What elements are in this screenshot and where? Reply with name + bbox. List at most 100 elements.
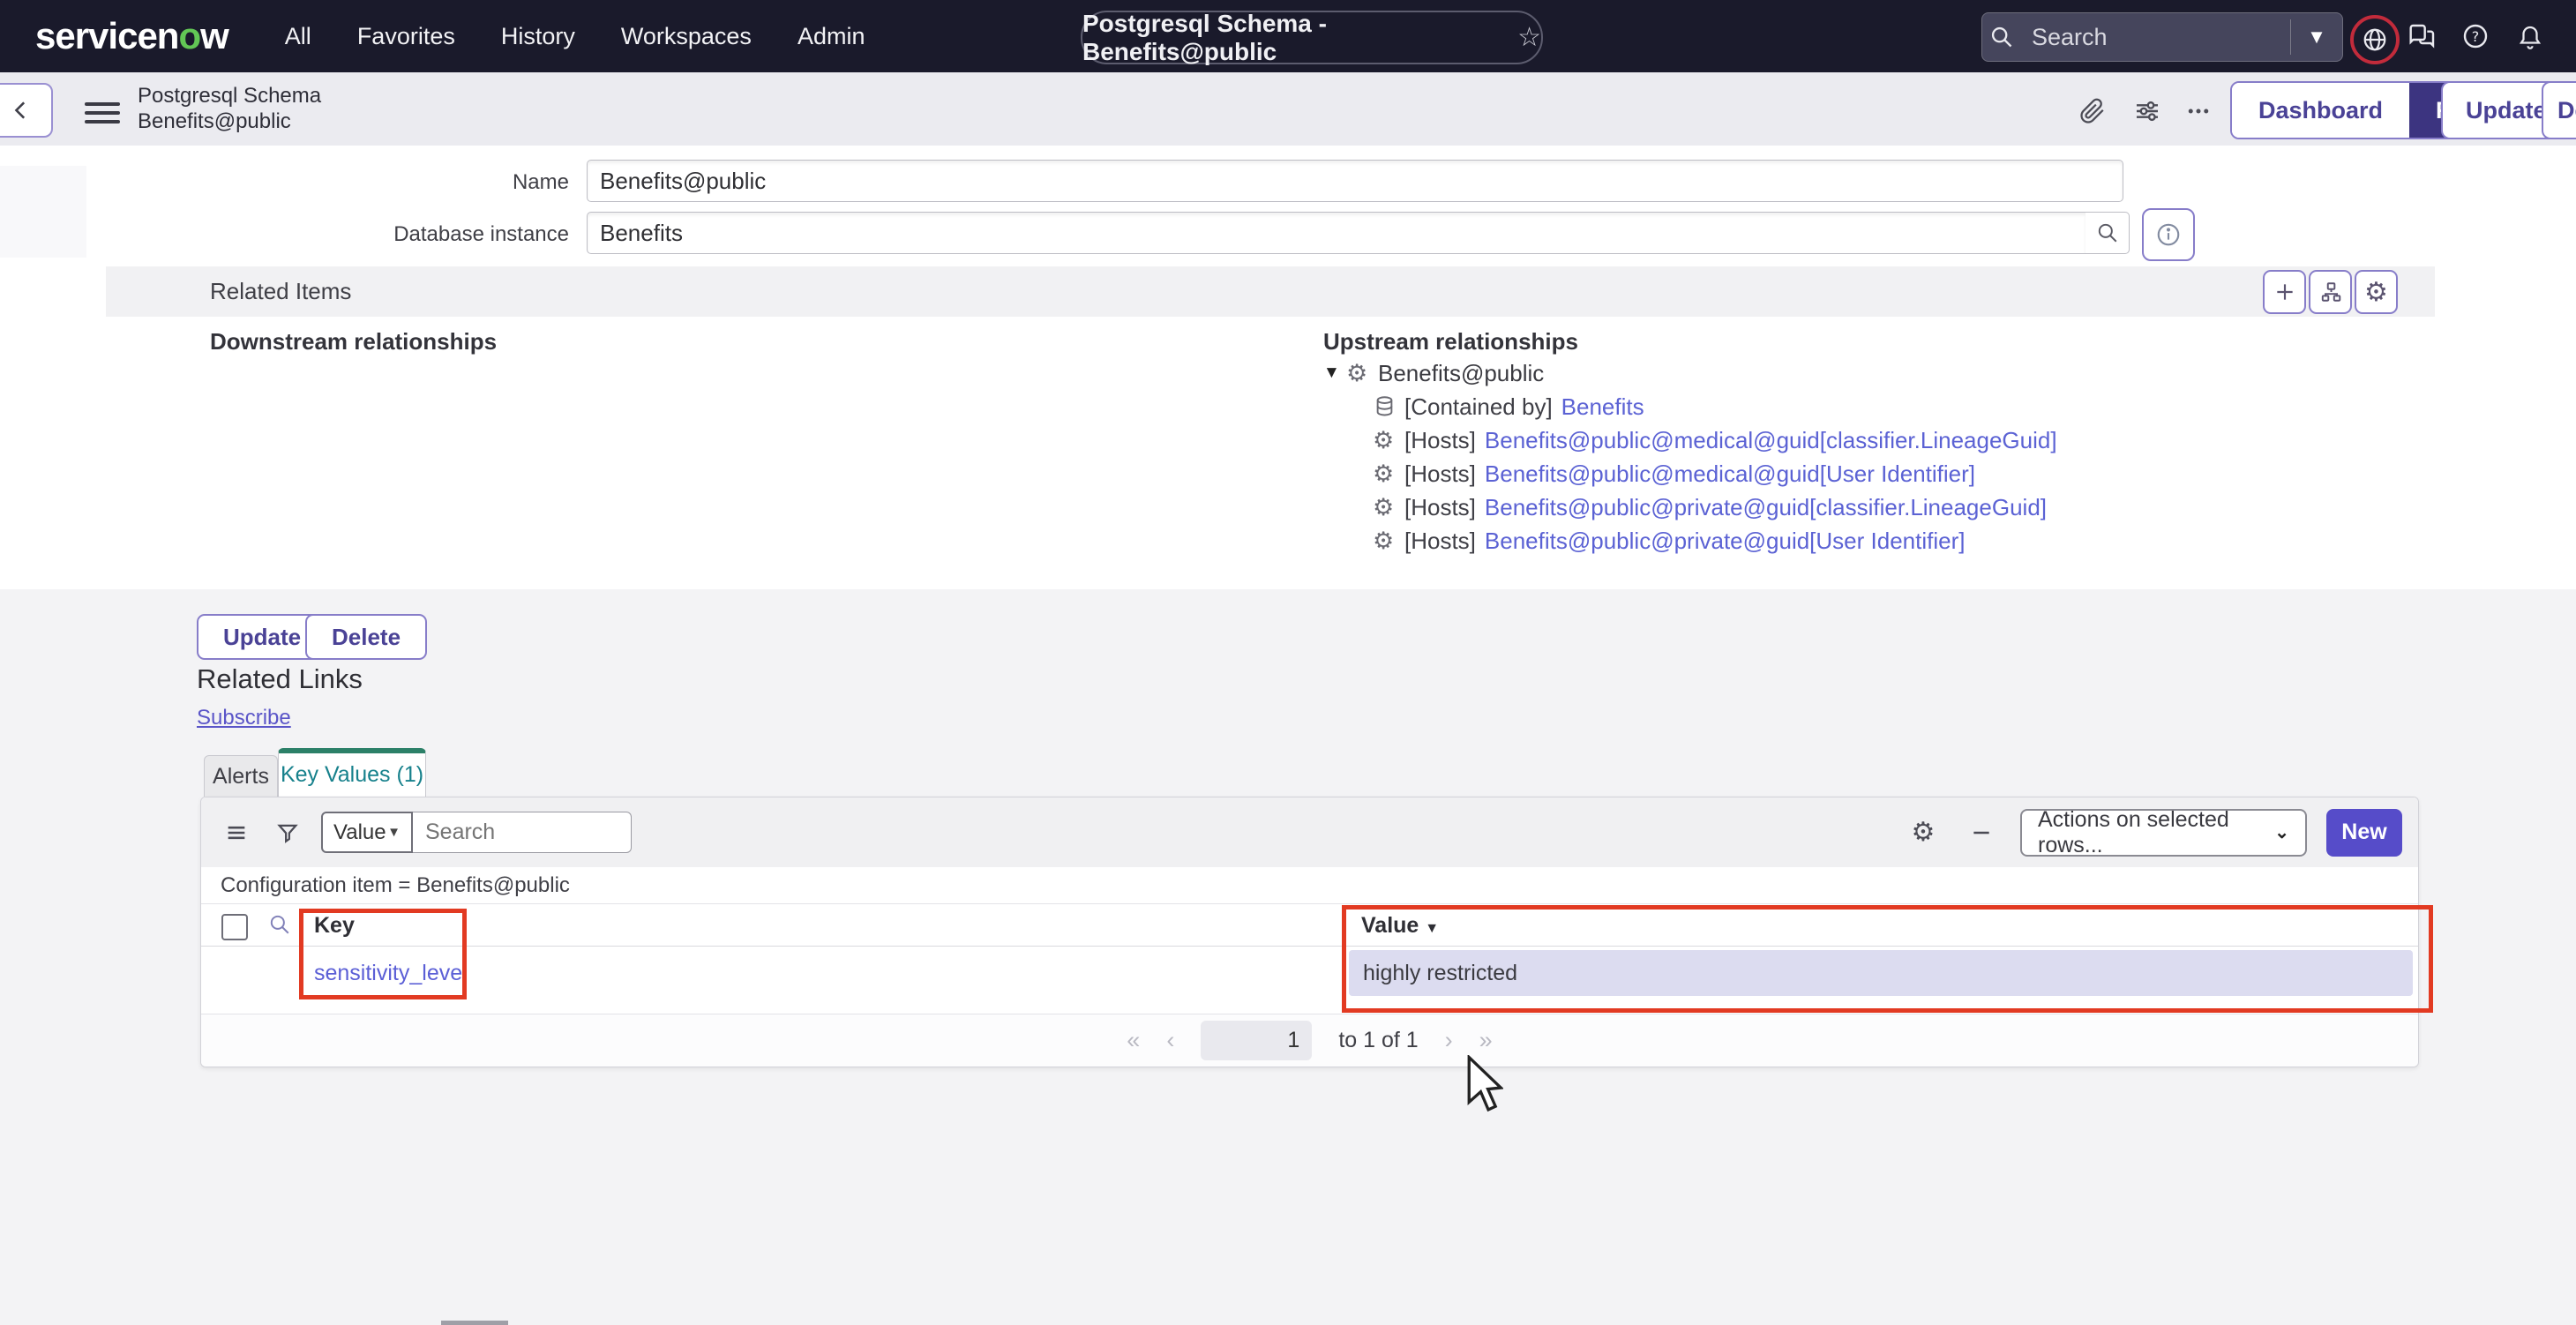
- gear-icon[interactable]: ⚙: [2355, 270, 2398, 314]
- bottom-edge-artifact: [441, 1321, 508, 1325]
- help-icon[interactable]: ?: [2454, 15, 2497, 57]
- search-scope-caret-icon[interactable]: ▼: [2291, 26, 2342, 49]
- tree-root-row: ▼ ⚙ Benefits@public: [1323, 356, 2470, 390]
- relation-type: [Hosts]: [1404, 427, 1476, 454]
- sort-caret-icon: ▼: [1425, 921, 1439, 936]
- relation-link[interactable]: Benefits@public@medical@guid[classifier.…: [1485, 427, 2057, 454]
- global-search-placeholder: Search: [2032, 24, 2290, 51]
- gear-icon: ⚙: [1346, 360, 1378, 387]
- tree-row: ⚙ [Hosts] Benefits@public@private@guid[c…: [1373, 490, 2470, 524]
- related-items-title: Related Items: [210, 278, 351, 305]
- tree-root-label: Benefits@public: [1378, 360, 1544, 387]
- key-values-list: Value ▼ ⚙ Actions on selected rows... ⌄ …: [200, 797, 2419, 1067]
- star-icon[interactable]: ☆: [1517, 22, 1541, 53]
- list-search-input[interactable]: [413, 812, 632, 853]
- column-header-key[interactable]: Key: [314, 913, 355, 939]
- column-header-value[interactable]: Value ▼: [1361, 913, 1439, 939]
- chevron-left-icon: [11, 99, 34, 122]
- form-context-menu-icon[interactable]: [85, 97, 120, 129]
- personalize-form-icon[interactable]: [2130, 94, 2165, 129]
- value-cell-text: highly restricted: [1363, 961, 1517, 986]
- nav-menu: All Favorites History Workspaces Admin: [285, 23, 865, 50]
- reference-lookup-button[interactable]: [2086, 212, 2130, 254]
- select-all-checkbox[interactable]: [221, 914, 248, 940]
- record-title: Postgresql Schema Benefits@public: [138, 83, 321, 134]
- servicenow-logo[interactable]: servicenow: [35, 15, 228, 57]
- database-instance-input[interactable]: [587, 212, 2086, 254]
- info-icon: [2155, 221, 2182, 248]
- next-page-button[interactable]: ›: [1445, 1027, 1453, 1054]
- filter-breadcrumb[interactable]: Configuration item = Benefits@public: [221, 873, 570, 898]
- back-button[interactable]: [0, 83, 53, 138]
- tab-key-values[interactable]: Key Values (1): [278, 748, 426, 797]
- actions-on-rows-select[interactable]: Actions on selected rows... ⌄: [2020, 809, 2307, 857]
- more-options-icon[interactable]: [2181, 94, 2216, 129]
- gear-icon: ⚙: [1373, 528, 1404, 555]
- key-cell-link[interactable]: sensitivity_level: [314, 961, 468, 986]
- paperclip-icon[interactable]: [2075, 94, 2110, 129]
- related-links-title: Related Links: [197, 663, 363, 695]
- expand-caret-icon[interactable]: ▼: [1323, 363, 1346, 383]
- filter-breadcrumb-row: Configuration item = Benefits@public: [201, 867, 2418, 904]
- logo-green-o: o: [178, 15, 200, 56]
- globe-icon[interactable]: [2350, 15, 2400, 64]
- search-field-selector[interactable]: Value ▼: [321, 812, 413, 853]
- side-panel-shadow: [0, 166, 86, 258]
- list-toolbar: Value ▼ ⚙ Actions on selected rows... ⌄ …: [201, 797, 2418, 867]
- delete-button-header[interactable]: Delete: [2542, 81, 2576, 139]
- last-page-button[interactable]: »: [1479, 1027, 1493, 1054]
- context-pill-label: Postgresql Schema - Benefits@public: [1082, 10, 1505, 66]
- nav-item-admin[interactable]: Admin: [798, 23, 865, 50]
- gear-icon: ⚙: [1373, 427, 1404, 454]
- list-menu-icon[interactable]: [217, 813, 256, 852]
- actions-select-value: Actions on selected rows...: [2038, 807, 2274, 858]
- collapse-list-icon[interactable]: [1962, 813, 2001, 852]
- delete-button[interactable]: Delete: [305, 614, 427, 660]
- tab-alerts[interactable]: Alerts: [204, 755, 278, 797]
- relation-link[interactable]: Benefits@public@medical@guid[User Identi…: [1485, 460, 1975, 488]
- tree-row: ⚙ [Hosts] Benefits@public@private@guid[U…: [1373, 524, 2470, 558]
- column-search-icon[interactable]: [268, 913, 291, 936]
- dashboard-view-button[interactable]: Dashboard: [2232, 83, 2409, 138]
- context-pill[interactable]: Postgresql Schema - Benefits@public ☆: [1081, 11, 1543, 64]
- value-cell-highlighted[interactable]: highly restricted: [1349, 950, 2413, 996]
- list-settings-gear-icon[interactable]: ⚙: [1904, 813, 1943, 852]
- name-input[interactable]: [587, 160, 2123, 202]
- nav-item-history[interactable]: History: [501, 23, 575, 50]
- name-label: Name: [357, 170, 569, 195]
- search-field-value: Value: [333, 820, 386, 845]
- preview-record-button[interactable]: [2142, 208, 2195, 261]
- new-button[interactable]: New: [2326, 809, 2402, 857]
- nav-item-all[interactable]: All: [285, 23, 311, 50]
- relation-link[interactable]: Benefits: [1561, 393, 1644, 421]
- dependency-map-button[interactable]: [2309, 270, 2352, 314]
- table-row: sensitivity_level highly restricted: [201, 947, 2418, 999]
- global-search[interactable]: Search ▼: [1981, 12, 2343, 62]
- relation-type: [Hosts]: [1404, 528, 1476, 555]
- gear-icon: ⚙: [1373, 460, 1404, 488]
- tree-row: ⚙ [Hosts] Benefits@public@medical@guid[U…: [1373, 457, 2470, 490]
- relation-link[interactable]: Benefits@public@private@guid[classifier.…: [1485, 494, 2047, 521]
- list-toolbar-right: ⚙ Actions on selected rows... ⌄ New: [1904, 809, 2402, 857]
- subscribe-link[interactable]: Subscribe: [197, 706, 291, 730]
- nav-item-workspaces[interactable]: Workspaces: [621, 23, 752, 50]
- search-icon: [1982, 18, 2021, 56]
- add-relationship-button[interactable]: [2263, 270, 2306, 314]
- nav-item-favorites[interactable]: Favorites: [357, 23, 455, 50]
- relation-link[interactable]: Benefits@public@private@guid[User Identi…: [1485, 528, 1966, 555]
- bell-icon[interactable]: [2509, 15, 2551, 57]
- list-header-row: Key Value ▼: [201, 904, 2418, 947]
- servicenow-app: servicenow All Favorites History Workspa…: [0, 0, 2576, 1325]
- record-title-name: Benefits@public: [138, 109, 321, 134]
- first-page-button[interactable]: «: [1127, 1027, 1140, 1054]
- mouse-cursor: [1466, 1055, 1503, 1113]
- upstream-relationships-tree: ▼ ⚙ Benefits@public [Contained by] Benef…: [1323, 356, 2470, 558]
- plus-icon: [2273, 281, 2296, 303]
- chat-icon[interactable]: [2401, 15, 2444, 57]
- prev-page-button[interactable]: ‹: [1166, 1027, 1174, 1054]
- page-number-input[interactable]: [1201, 1021, 1312, 1060]
- svg-text:?: ?: [2472, 28, 2480, 45]
- funnel-icon[interactable]: [268, 813, 307, 852]
- database-icon: [1373, 395, 1404, 419]
- tree-row: ⚙ [Hosts] Benefits@public@medical@guid[c…: [1373, 423, 2470, 457]
